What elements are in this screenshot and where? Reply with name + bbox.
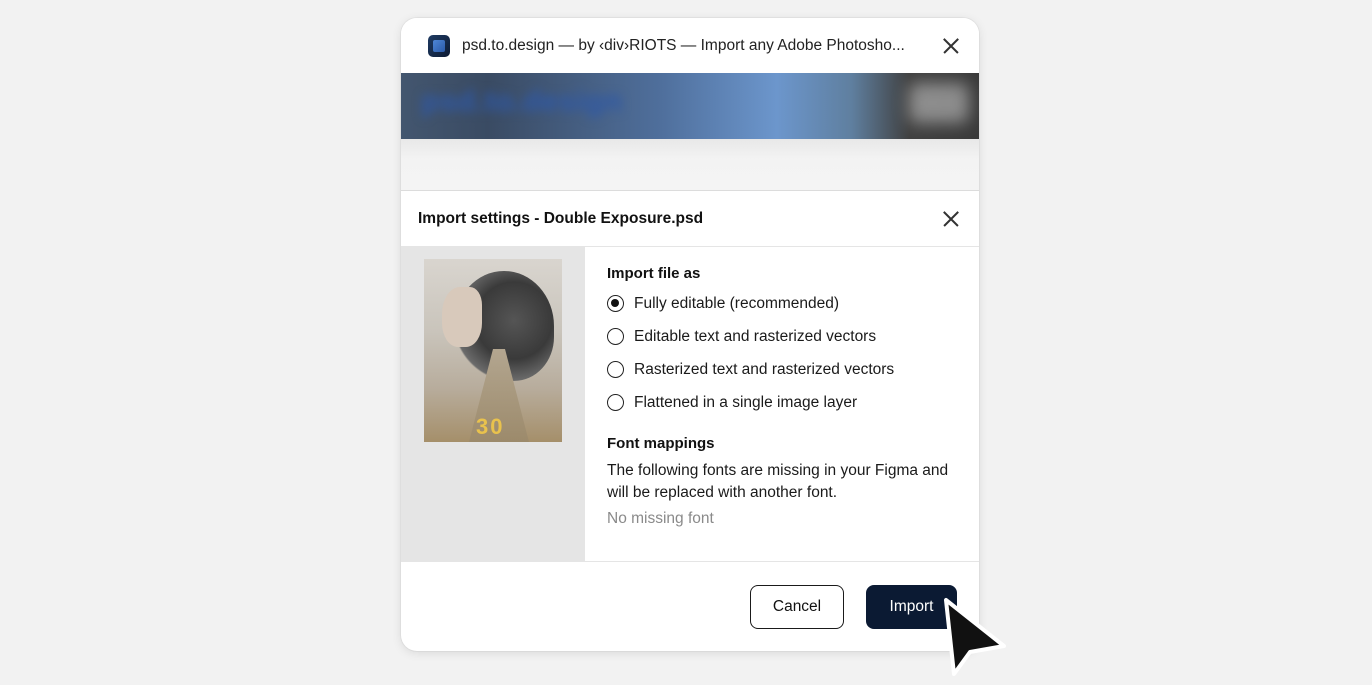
- cancel-button[interactable]: Cancel: [750, 584, 844, 629]
- preview-pane: 30: [401, 247, 585, 561]
- import-option-label: Editable text and rasterized vectors: [634, 327, 877, 345]
- window-title: psd.to.design — by ‹div›RIOTS — Import a…: [462, 36, 905, 54]
- window-close-icon[interactable]: [939, 34, 963, 58]
- font-section-description: The following fonts are missing in your …: [607, 462, 949, 501]
- banner-decoration: [909, 83, 969, 123]
- font-mappings-section: Font mappings The following fonts are mi…: [607, 435, 957, 528]
- banner-backdrop: [401, 139, 979, 191]
- dialog-body: 30 Import file as Fully editable (recomm…: [401, 247, 979, 562]
- psd-preview-thumbnail: 30: [424, 259, 562, 442]
- radio-button-selected[interactable]: [607, 295, 624, 312]
- dialog-title: Import settings - Double Exposure.psd: [418, 209, 704, 227]
- psd-to-design-logo-icon: [428, 34, 450, 57]
- dialog-footer: Cancel Import: [401, 562, 979, 651]
- import-option-label: Flattened in a single image layer: [634, 393, 858, 411]
- options-pane: Import file as Fully editable (recommend…: [585, 247, 979, 561]
- radio-button[interactable]: [607, 361, 624, 378]
- preview-face: [442, 287, 482, 347]
- import-section-title: Import file as: [607, 265, 701, 282]
- import-option-rasterized-text[interactable]: Rasterized text and rasterized vectors: [607, 353, 957, 386]
- blurred-banner: psd.to.design: [401, 73, 979, 139]
- title-bar: psd.to.design — by ‹div›RIOTS — Import a…: [401, 18, 979, 73]
- dialog-close-icon[interactable]: [939, 207, 963, 231]
- font-section-title: Font mappings: [607, 435, 715, 452]
- banner-logo-text: psd.to.design: [421, 85, 623, 118]
- radio-button[interactable]: [607, 328, 624, 345]
- dialog-header: Import settings - Double Exposure.psd: [401, 191, 979, 247]
- import-option-fully-editable[interactable]: Fully editable (recommended): [607, 287, 957, 320]
- import-option-flattened[interactable]: Flattened in a single image layer: [607, 386, 957, 419]
- import-option-label: Rasterized text and rasterized vectors: [634, 360, 895, 378]
- mouse-pointer-icon: [944, 598, 1006, 676]
- font-empty-state: No missing font: [607, 510, 714, 527]
- radio-button[interactable]: [607, 394, 624, 411]
- import-option-editable-text[interactable]: Editable text and rasterized vectors: [607, 320, 957, 353]
- preview-road-marking: 30: [476, 414, 505, 439]
- plugin-window: psd.to.design — by ‹div›RIOTS — Import a…: [401, 18, 979, 651]
- import-option-label: Fully editable (recommended): [634, 294, 840, 312]
